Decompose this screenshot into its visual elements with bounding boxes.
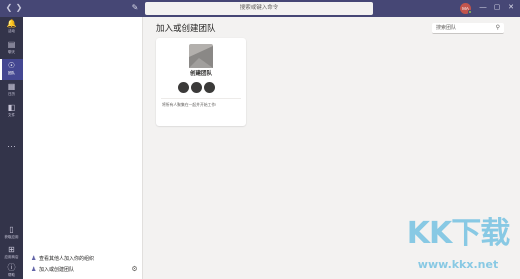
add-team-icon: ♟ xyxy=(31,267,37,273)
card-divider xyxy=(161,98,241,99)
app-bar-item-help[interactable]: ⓘ 帮助 xyxy=(0,261,23,279)
app-bar-label: 团队 xyxy=(8,71,15,75)
team-placeholder-icon xyxy=(189,44,213,68)
app-bar-label: 聊天 xyxy=(8,50,15,54)
app-bar-item-chat[interactable]: ▤ 聊天 xyxy=(0,38,23,59)
file-icon: ◧ xyxy=(7,103,16,112)
teams-icon: ☉ xyxy=(7,61,16,70)
minimize-icon[interactable]: — xyxy=(478,3,488,13)
app-bar-label: 文件 xyxy=(8,113,15,117)
new-chat-icon[interactable]: ✎ xyxy=(130,3,140,13)
app-bar-item-files[interactable]: ◧ 文件 xyxy=(0,101,23,122)
back-icon[interactable]: ❮ xyxy=(4,3,14,13)
member-avatar xyxy=(204,82,215,93)
help-icon: ⓘ xyxy=(7,263,16,272)
search-icon: ⚲ xyxy=(495,25,500,31)
member-avatar xyxy=(178,82,189,93)
people-icon: ♟ xyxy=(31,256,37,262)
watermark-text: KK下载 xyxy=(406,216,511,251)
app-bar-label: 应用商店 xyxy=(4,255,19,259)
title-bar: ❮ ❯ ✎ 搜索或键入命令 MA — ▢ ✕ xyxy=(0,0,520,17)
create-team-card[interactable]: 创建团队 将所有人聚集在一起并开始工作! xyxy=(156,38,246,126)
left-panel: ♟ 查看其他人加入你的组织 ♟ 加入或创建团队 ⚙ xyxy=(23,17,143,279)
forward-icon[interactable]: ❯ xyxy=(14,3,24,13)
bell-icon: 🔔 xyxy=(6,19,17,28)
app-bar-item-teams[interactable]: ☉ 团队 xyxy=(0,59,23,80)
app-bar-label: 帮助 xyxy=(8,273,15,277)
discover-people-link[interactable]: ♟ 查看其他人加入你的组织 xyxy=(31,254,94,264)
app-bar-item-calendar[interactable]: ▦ 日历 xyxy=(0,80,23,101)
watermark: KK下载 www.kkx.net xyxy=(398,214,518,278)
member-avatar xyxy=(191,82,202,93)
command-search-box[interactable]: 搜索或键入命令 xyxy=(145,2,373,15)
app-bar-label: 获取应用 xyxy=(4,235,19,239)
close-icon[interactable]: ✕ xyxy=(506,3,516,13)
command-search-placeholder: 搜索或键入命令 xyxy=(239,5,279,11)
presence-indicator xyxy=(468,10,472,14)
maximize-icon[interactable]: ▢ xyxy=(492,3,502,13)
phone-icon: ▯ xyxy=(9,225,14,234)
join-create-team-label: 加入或创建团队 xyxy=(39,267,75,273)
watermark-url: www.kkx.net xyxy=(417,258,499,271)
calendar-icon: ▦ xyxy=(7,82,16,91)
team-search-input[interactable]: 搜索团队 ⚲ xyxy=(432,23,504,34)
join-create-team-link[interactable]: ♟ 加入或创建团队 xyxy=(31,265,74,275)
create-team-title: 创建团队 xyxy=(189,71,212,77)
more-apps-icon[interactable]: ··· xyxy=(0,142,23,151)
discover-people-label: 查看其他人加入你的组织 xyxy=(39,256,95,262)
app-bar-label: 日历 xyxy=(8,92,15,96)
chat-icon: ▤ xyxy=(7,40,16,49)
app-bar-item-get-app[interactable]: ▯ 获取应用 xyxy=(0,223,23,244)
member-avatars xyxy=(178,82,224,94)
team-search-placeholder: 搜索团队 xyxy=(436,25,457,31)
create-team-description: 将所有人聚集在一起并开始工作! xyxy=(162,103,217,107)
store-icon: ⊞ xyxy=(8,245,15,254)
app-bar: 🔔 活动 ▤ 聊天 ☉ 团队 ▦ 日历 ◧ 文件 ··· ▯ 获取应用 ⊞ 应用… xyxy=(0,17,23,279)
gear-icon[interactable]: ⚙ xyxy=(130,265,139,274)
app-bar-label: 活动 xyxy=(8,29,15,33)
page-title: 加入或创建团队 xyxy=(156,23,216,33)
app-bar-item-activity[interactable]: 🔔 活动 xyxy=(0,17,23,38)
